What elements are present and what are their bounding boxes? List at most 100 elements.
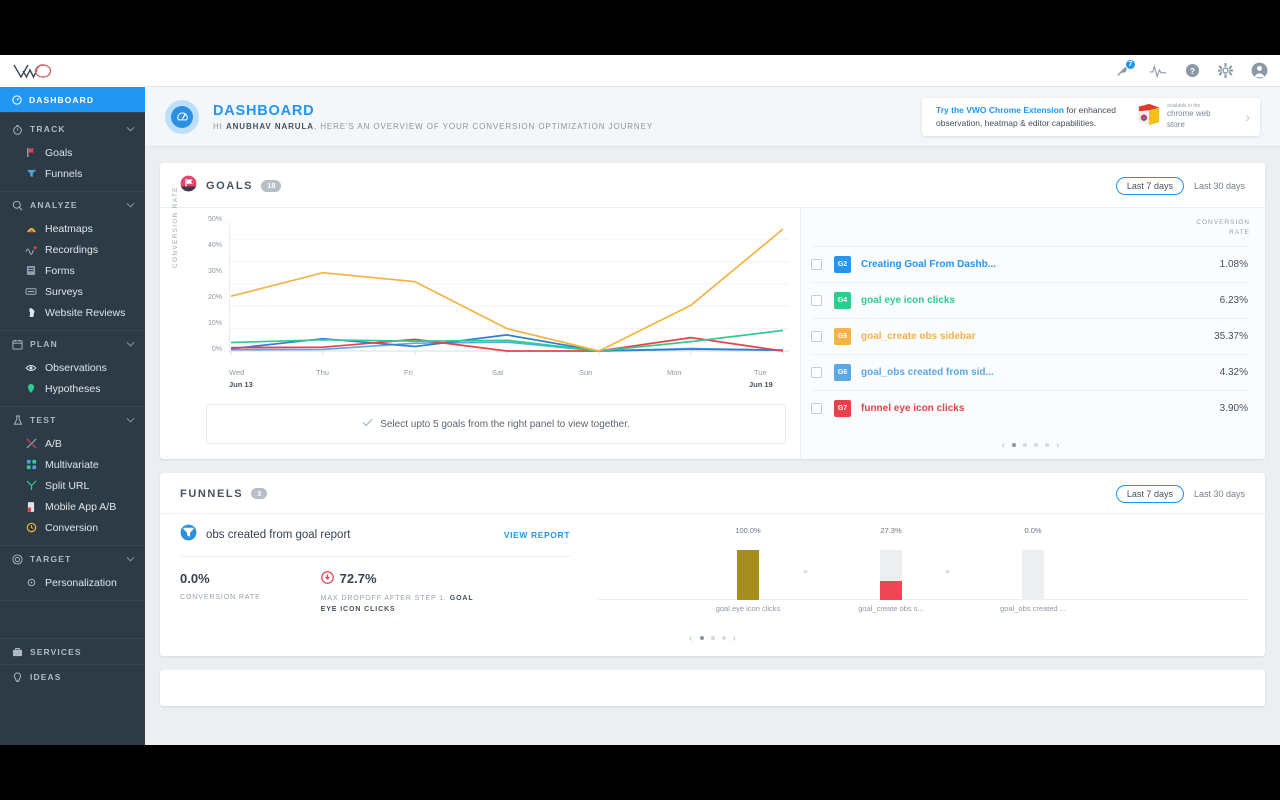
funnel-icon xyxy=(180,524,197,546)
chart-y-axis-label: CONVERSION RATE xyxy=(172,186,179,268)
dashboard-icon xyxy=(12,94,22,105)
goals-title: GOALS xyxy=(206,180,254,192)
sidebar-item-website-reviews-label: Website Reviews xyxy=(45,306,126,319)
goals-card-header: GOALS 18 Last 7 days Last 30 days xyxy=(160,163,1265,207)
goals-line-chart: CONVERSION RATE 50% 40% 30% 20% 10% 0% W… xyxy=(172,186,789,390)
goals-page-dot-3[interactable] xyxy=(1034,443,1038,447)
sidebar-item-multivariate[interactable]: Multivariate xyxy=(0,454,145,475)
funnel-baseline xyxy=(598,598,1249,600)
topbar: 7 ? xyxy=(145,55,1280,87)
settings-gear-icon[interactable] xyxy=(1218,63,1233,78)
funnels-page-dot-3[interactable] xyxy=(721,636,726,641)
activity-pulse-icon[interactable] xyxy=(1149,63,1167,78)
funnel-title-row: obs created from goal report VIEW REPORT xyxy=(180,524,570,557)
sidebar-item-split-url[interactable]: Split URL xyxy=(0,475,145,496)
view-report-link[interactable]: VIEW REPORT xyxy=(504,530,570,540)
grid-icon xyxy=(24,459,38,470)
sidebar-section-test-header[interactable]: TEST xyxy=(0,407,145,433)
sidebar-section-target-header[interactable]: TARGET xyxy=(0,546,145,572)
user-avatar-icon[interactable] xyxy=(1251,62,1268,79)
goal-name[interactable]: funnel eye icon clicks xyxy=(861,403,964,414)
goals-chart-section: CONVERSION RATE 50% 40% 30% 20% 10% 0% W… xyxy=(160,186,800,459)
goal-checkbox[interactable] xyxy=(811,258,822,270)
chart-ytick-50: 50% xyxy=(207,216,222,223)
funnels-range-last-7-days[interactable]: Last 7 days xyxy=(1115,484,1184,503)
sidebar-item-forms[interactable]: Forms xyxy=(0,260,145,281)
sidebar-item-ideas-label: IDEAS xyxy=(30,672,62,682)
funnels-pagination: ‹ › xyxy=(160,631,1265,656)
sidebar-section-track-header[interactable]: TRACK xyxy=(0,116,145,142)
goals-page-dot-4[interactable] xyxy=(1045,443,1049,447)
funnels-range-toggle: Last 7 days Last 30 days xyxy=(1115,484,1245,503)
promo-link[interactable]: Try the VWO Chrome Extension xyxy=(936,105,1064,115)
browser-chrome-top xyxy=(0,0,1280,55)
goals-next-page[interactable]: › xyxy=(1056,440,1059,451)
goals-page-dot-2[interactable] xyxy=(1023,443,1027,447)
vwo-logo[interactable] xyxy=(0,55,145,87)
goal-name[interactable]: goal eye icon clicks xyxy=(861,295,955,306)
funnel-dropoff-metric: 72.7% MAX DROPOFF AFTER STEP 1: GOAL EYE… xyxy=(321,570,491,615)
sidebar-item-goals[interactable]: Goals xyxy=(0,142,145,163)
funnel-bar-label-0: goal eye icon clicks xyxy=(715,603,781,613)
chrome-extension-promo[interactable]: Try the VWO Chrome Extension for enhance… xyxy=(922,97,1260,136)
goals-list-header: CONVERSION RATE xyxy=(811,218,1250,246)
sidebar-item-recordings[interactable]: Recordings xyxy=(0,239,145,260)
goals-page-dot-1[interactable] xyxy=(1012,443,1016,447)
chart-ytick-40: 40% xyxy=(207,242,222,249)
sidebar-item-heatmaps[interactable]: Heatmaps xyxy=(0,218,145,239)
sidebar-item-mobile-app-ab[interactable]: Mobile App A/B xyxy=(0,496,145,517)
promo-chevron-right-icon[interactable]: › xyxy=(1239,109,1256,125)
goals-range-last-30-days[interactable]: Last 30 days xyxy=(1194,181,1245,191)
sidebar-item-observations[interactable]: Observations xyxy=(0,357,145,378)
chart-series-G5 xyxy=(230,228,784,352)
funnels-prev-page[interactable]: ‹ xyxy=(689,633,692,644)
goal-row[interactable]: G5 goal_create obs sidebar 35.37% xyxy=(811,317,1250,354)
sidebar-item-website-reviews[interactable]: Website Reviews xyxy=(0,302,145,323)
help-icon[interactable]: ? xyxy=(1185,63,1200,78)
sidebar-item-dashboard-label: DASHBOARD xyxy=(29,94,95,105)
funnels-next-page[interactable]: › xyxy=(733,633,736,644)
sidebar-item-conversion-label: Conversion xyxy=(45,521,99,534)
goals-range-last-7-days[interactable]: Last 7 days xyxy=(1115,177,1184,195)
goal-name[interactable]: goal_obs created from sid... xyxy=(861,367,994,378)
sidebar-item-ab[interactable]: A/B xyxy=(0,433,145,454)
sidebar-item-conversion[interactable]: Conversion xyxy=(0,517,145,538)
funnel-conversion-caption: CONVERSION RATE xyxy=(180,593,261,601)
goal-tag: G7 xyxy=(834,399,851,417)
sidebar-item-personalization[interactable]: Personalization xyxy=(0,572,145,593)
sidebar-section-plan-header[interactable]: PLAN xyxy=(0,331,145,357)
chart-xtick-6: Tue xyxy=(754,368,767,377)
goal-row[interactable]: G6 goal_obs created from sid... 4.32% xyxy=(811,353,1250,390)
check-icon xyxy=(362,418,373,430)
flask-icon xyxy=(12,415,23,426)
sidebar-item-funnels[interactable]: Funnels xyxy=(0,163,145,184)
sidebar-section-analyze-header[interactable]: ANALYZE xyxy=(0,192,145,218)
pin-icon xyxy=(24,383,38,394)
notifications-icon[interactable]: 7 xyxy=(1115,58,1136,79)
chart-start-date: Jun 13 xyxy=(229,380,253,389)
chart-xtick-5: Mon xyxy=(667,368,682,377)
sidebar-item-dashboard[interactable]: DASHBOARD xyxy=(0,87,145,112)
sidebar-item-surveys[interactable]: Surveys xyxy=(0,281,145,302)
goal-row[interactable]: G2 Creating Goal From Dashb... 1.08% xyxy=(811,245,1250,282)
sidebar-item-ideas[interactable]: IDEAS xyxy=(0,664,145,689)
goal-row[interactable]: G7 funnel eye icon clicks 3.90% xyxy=(811,389,1250,426)
heatmap-icon xyxy=(24,224,38,233)
goals-prev-page[interactable]: ‹ xyxy=(1002,440,1005,451)
goal-name[interactable]: Creating Goal From Dashb... xyxy=(861,259,996,270)
funnels-range-last-30-days[interactable]: Last 30 days xyxy=(1194,489,1245,499)
briefcase-icon xyxy=(12,647,23,657)
goal-checkbox[interactable] xyxy=(811,294,822,306)
goal-checkbox[interactable] xyxy=(811,366,822,378)
goal-checkbox[interactable] xyxy=(811,330,822,342)
funnels-page-dot-1[interactable] xyxy=(699,636,704,641)
goal-name[interactable]: goal_create obs sidebar xyxy=(861,331,976,342)
goal-checkbox[interactable] xyxy=(811,402,822,414)
sidebar-section-plan-label: PLAN xyxy=(30,339,58,349)
goal-row[interactable]: G4 goal eye icon clicks 6.23% xyxy=(811,281,1250,318)
lightbulb-icon xyxy=(12,672,23,683)
funnels-page-dot-2[interactable] xyxy=(710,636,715,641)
sidebar-item-hypotheses[interactable]: Hypotheses xyxy=(0,378,145,399)
funnel-name: obs created from goal report xyxy=(206,528,351,541)
sidebar-item-services[interactable]: SERVICES xyxy=(0,639,145,664)
